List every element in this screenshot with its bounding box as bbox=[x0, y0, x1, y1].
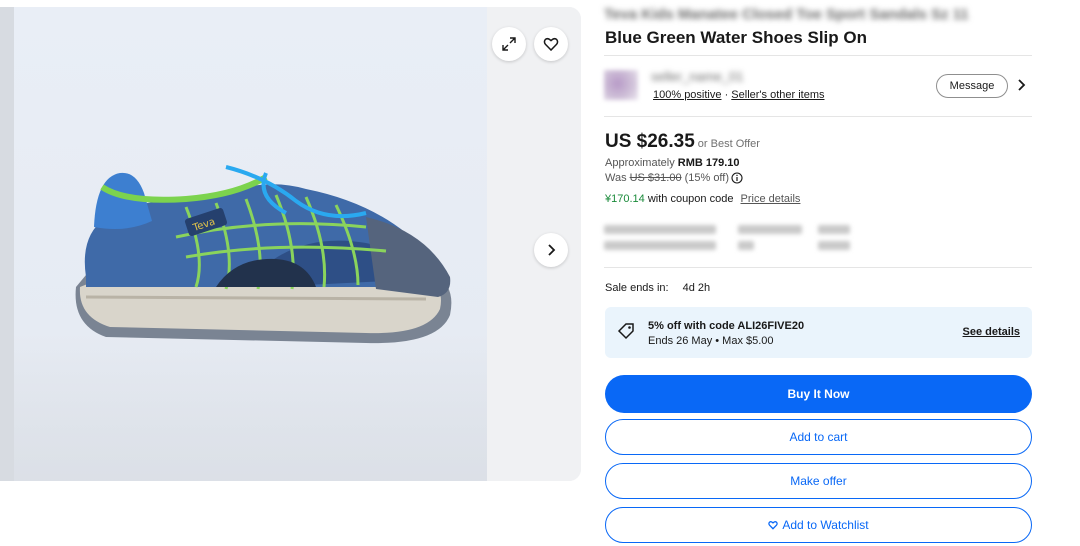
previous-thumbnail-strip bbox=[0, 7, 14, 481]
chevron-right-icon[interactable] bbox=[1016, 78, 1028, 92]
buy-it-now-button[interactable]: Buy It Now bbox=[605, 375, 1032, 413]
promo-title: 5% off with code ALI26FIVE20 bbox=[648, 320, 805, 332]
seller-other-items-link[interactable]: Seller's other items bbox=[731, 89, 824, 101]
next-image-button[interactable] bbox=[534, 233, 568, 267]
coupon-price-line: ¥170.14 with coupon code Price details bbox=[605, 193, 801, 205]
coupon-promo-banner: 5% off with code ALI26FIVE20 Ends 26 May… bbox=[605, 307, 1032, 358]
add-to-cart-button[interactable]: Add to cart bbox=[605, 419, 1032, 455]
best-offer-label: or Best Offer bbox=[697, 138, 760, 150]
shoe-illustration: Teva bbox=[75, 165, 452, 344]
expand-icon bbox=[502, 37, 516, 51]
message-seller-button[interactable]: Message bbox=[936, 74, 1008, 98]
seller-links: 100% positive · Seller's other items bbox=[653, 89, 825, 101]
approximate-price: Approximately RMB 179.10 bbox=[605, 157, 740, 169]
item-price: US $26.35 bbox=[605, 131, 695, 152]
divider bbox=[604, 116, 1032, 117]
seller-feedback-link[interactable]: 100% positive bbox=[653, 89, 722, 101]
price-block: US $26.35 or Best Offer bbox=[605, 131, 760, 153]
divider bbox=[604, 55, 1032, 56]
chevron-right-icon bbox=[548, 244, 556, 256]
heart-icon bbox=[768, 520, 779, 530]
was-price: Was US $31.00 (15% off) bbox=[605, 172, 743, 184]
info-icon[interactable] bbox=[731, 172, 743, 184]
product-photo[interactable]: Teva bbox=[14, 7, 487, 481]
listing-title: Blue Green Water Shoes Slip On bbox=[605, 28, 867, 47]
divider bbox=[604, 267, 1032, 268]
seller-avatar[interactable] bbox=[604, 70, 638, 100]
promo-subtitle: Ends 26 May • Max $5.00 bbox=[648, 335, 774, 347]
add-to-watchlist-button[interactable]: Add to Watchlist bbox=[605, 507, 1032, 543]
heart-icon bbox=[543, 37, 559, 52]
listing-title-line1: Teva Kids Manatee Closed Toe Sport Sanda… bbox=[604, 6, 969, 23]
price-details-link[interactable]: Price details bbox=[741, 193, 801, 205]
watch-heart-button[interactable] bbox=[534, 27, 568, 61]
seller-name[interactable]: seller_name_01 bbox=[651, 69, 744, 84]
sale-countdown: Sale ends in: 4d 2h bbox=[605, 282, 711, 294]
coupon-price: ¥170.14 bbox=[605, 193, 645, 205]
expand-image-button[interactable] bbox=[492, 27, 526, 61]
blurred-shipping-info bbox=[604, 223, 864, 253]
image-gallery: Teva bbox=[0, 7, 581, 481]
make-offer-button[interactable]: Make offer bbox=[605, 463, 1032, 499]
see-details-link[interactable]: See details bbox=[963, 326, 1020, 338]
tag-icon bbox=[617, 323, 634, 340]
